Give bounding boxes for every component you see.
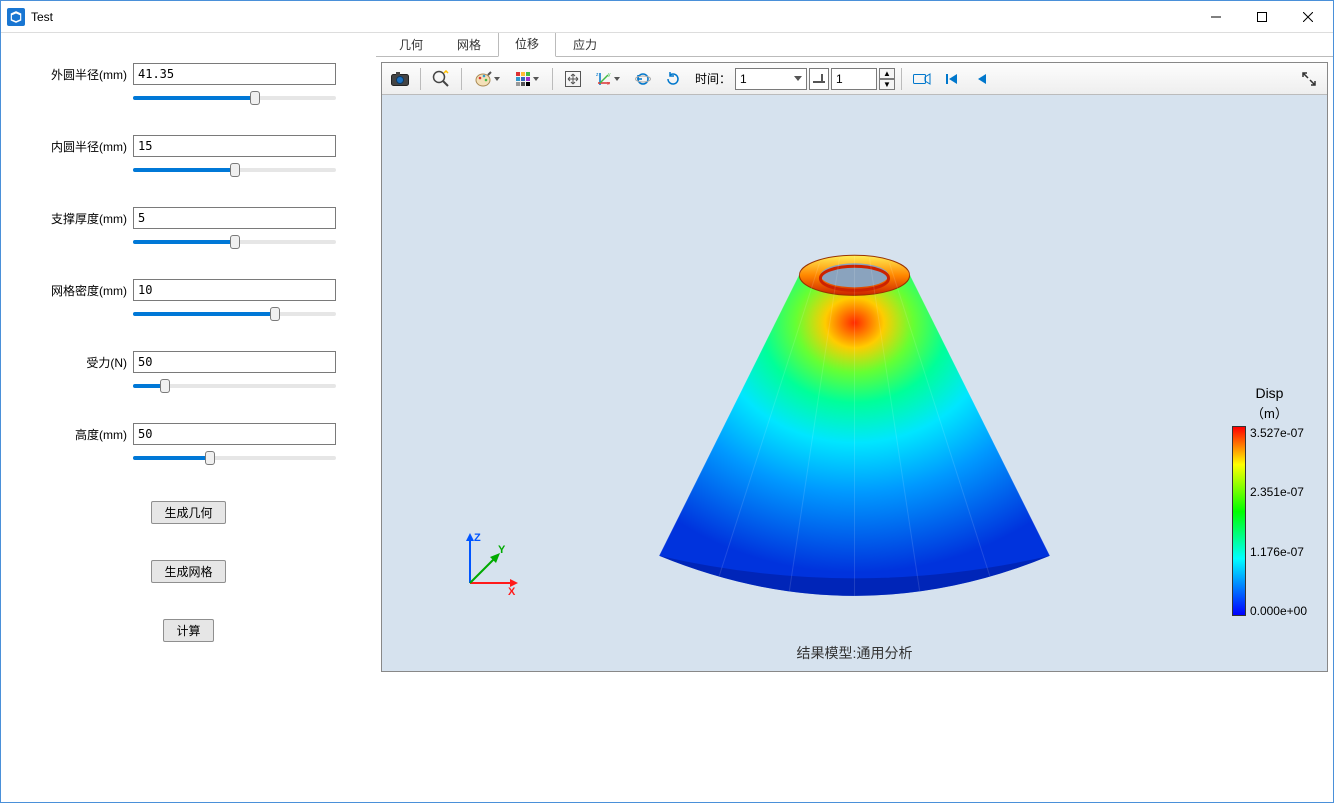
param-label: 支撑厚度(mm) (41, 210, 127, 227)
param-slider[interactable] (133, 379, 336, 393)
rotate-cw-icon[interactable] (659, 66, 687, 92)
axis-triad: Z X Y (452, 531, 522, 601)
3d-viewport[interactable]: Z X Y 结果模型:通用分析 Disp （m） (382, 95, 1327, 671)
maximize-button[interactable] (1239, 2, 1285, 32)
frame-spinner[interactable]: ▲▼ (879, 68, 895, 90)
tab-应力[interactable]: 应力 (556, 33, 614, 57)
main-area: 几何网格位移应力 x z y 时间： 1 (376, 33, 1333, 802)
param-input[interactable] (133, 351, 336, 373)
param-label: 受力(N) (41, 354, 127, 371)
param-2: 支撑厚度(mm) (41, 207, 336, 249)
result-model-render (382, 95, 1327, 671)
param-4: 受力(N) (41, 351, 336, 393)
param-label: 内圆半径(mm) (41, 138, 127, 155)
param-5: 高度(mm) (41, 423, 336, 465)
title-bar: Test (1, 1, 1333, 33)
svg-text:y: y (608, 72, 611, 78)
param-label: 外圆半径(mm) (41, 66, 127, 83)
param-1: 内圆半径(mm) (41, 135, 336, 177)
viewer-frame: x z y 时间： 1 ▲▼ (381, 62, 1328, 672)
legend-tick: 3.527e-07 (1250, 426, 1307, 440)
param-slider[interactable] (133, 163, 336, 177)
param-label: 网格密度(mm) (41, 282, 127, 299)
camera-icon[interactable] (386, 66, 414, 92)
param-input[interactable] (133, 423, 336, 445)
param-0: 外圆半径(mm) (41, 63, 336, 105)
legend-tick: 2.351e-07 (1250, 485, 1307, 499)
play-reverse-icon[interactable] (968, 66, 996, 92)
param-slider[interactable] (133, 307, 336, 321)
window-title: Test (31, 10, 53, 24)
tab-几何[interactable]: 几何 (382, 33, 440, 57)
close-button[interactable] (1285, 2, 1331, 32)
svg-text:z: z (596, 72, 599, 78)
time-dropdown[interactable]: 1 (735, 68, 807, 90)
viewer-caption: 结果模型:通用分析 (797, 643, 913, 663)
fit-view-icon[interactable] (559, 66, 587, 92)
rotate-ccw-icon[interactable] (629, 66, 657, 92)
legend-unit: （m） (1232, 403, 1307, 422)
color-legend: Disp （m） 3.527e-07 2.351e-07 1.176e-07 0.00… (1232, 385, 1307, 618)
skip-start-icon[interactable] (938, 66, 966, 92)
app-icon (7, 8, 25, 26)
legend-tick: 0.000e+00 (1250, 604, 1307, 618)
tab-bar: 几何网格位移应力 (376, 33, 1333, 57)
generate-geometry-button[interactable]: 生成几何 (151, 501, 225, 524)
param-3: 网格密度(mm) (41, 279, 336, 321)
param-input[interactable] (133, 207, 336, 229)
param-input[interactable] (133, 279, 336, 301)
time-dropdown-value: 1 (740, 72, 747, 86)
viewer-toolbar: x z y 时间： 1 ▲▼ (382, 63, 1327, 95)
param-slider[interactable] (133, 91, 336, 105)
param-input[interactable] (133, 63, 336, 85)
tab-位移[interactable]: 位移 (498, 33, 556, 57)
svg-text:Z: Z (474, 532, 481, 544)
step-size-button[interactable] (809, 68, 829, 90)
parameter-panel: 外圆半径(mm) 内圆半径(mm) 支撑厚度(mm) 网格密度(mm) 受力(N) 高度(… (1, 33, 376, 802)
frame-input[interactable] (831, 68, 877, 90)
svg-text:Y: Y (498, 544, 506, 556)
app-window: Test 外圆半径(mm) 内圆半径(mm) 支撑厚度(mm) 网格密度(mm) 受力(… (0, 0, 1334, 803)
param-input[interactable] (133, 135, 336, 157)
palette-icon[interactable] (468, 66, 506, 92)
param-slider[interactable] (133, 235, 336, 249)
expand-icon[interactable] (1295, 66, 1323, 92)
generate-mesh-button[interactable]: 生成网格 (151, 560, 225, 583)
legend-title: Disp (1232, 385, 1307, 401)
record-icon[interactable] (908, 66, 936, 92)
magnifier-icon[interactable] (427, 66, 455, 92)
param-slider[interactable] (133, 451, 336, 465)
legend-color-bar (1232, 426, 1246, 616)
param-label: 高度(mm) (41, 426, 127, 443)
time-label: 时间： (695, 70, 731, 87)
tab-网格[interactable]: 网格 (440, 33, 498, 57)
legend-tick: 1.176e-07 (1250, 545, 1307, 559)
cube-color-icon[interactable] (508, 66, 546, 92)
svg-text:x: x (607, 81, 610, 87)
svg-text:X: X (508, 586, 516, 598)
minimize-button[interactable] (1193, 2, 1239, 32)
compute-button[interactable]: 计算 (163, 619, 213, 642)
axes-icon[interactable]: x z y (589, 66, 627, 92)
